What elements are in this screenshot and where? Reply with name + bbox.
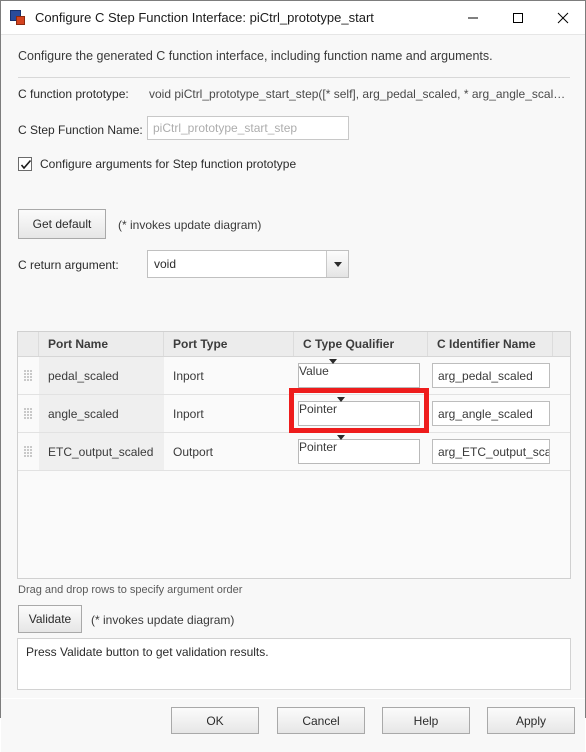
check-icon — [20, 159, 32, 170]
table-header-handle — [18, 332, 39, 356]
simulink-app-icon — [10, 9, 26, 26]
cell-port-type: Outport — [173, 444, 214, 459]
type-qualifier-value: Pointer — [299, 402, 338, 416]
cell-type-qualifier[interactable]: Value — [294, 357, 428, 394]
cell-spacer — [553, 433, 570, 470]
cell-port-type: Inport — [173, 406, 204, 421]
return-argument-label: C return argument: — [18, 258, 119, 272]
drag-drop-note: Drag and drop rows to specify argument o… — [18, 584, 243, 596]
table-header-spacer — [553, 332, 570, 356]
table-header-row: Port Name Port Type C Type Qualifier C I… — [18, 332, 570, 357]
apply-button[interactable]: Apply — [487, 707, 575, 734]
cell-c-identifier[interactable]: arg_angle_scaled — [428, 395, 553, 432]
intro-text: Configure the generated C function inter… — [18, 49, 493, 63]
cell-type-qualifier: Pointer — [294, 433, 428, 470]
cancel-button[interactable]: Cancel — [277, 707, 365, 734]
prototype-value: void piCtrl_prototype_start_step([* self… — [149, 87, 566, 101]
drag-handle-icon[interactable] — [18, 395, 39, 432]
c-identifier-input[interactable]: arg_pedal_scaled — [432, 363, 550, 388]
dialog-window: Configure C Step Function Interface: piC… — [0, 0, 586, 752]
window-controls — [450, 1, 585, 34]
c-identifier-input[interactable]: arg_ETC_output_sca — [432, 439, 550, 464]
cell-port-name: ETC_output_scaled — [39, 433, 164, 470]
step-name-input[interactable]: piCtrl_prototype_start_step — [147, 116, 349, 140]
maximize-icon[interactable] — [495, 1, 540, 34]
cell-port-name: angle_scaled — [39, 395, 164, 432]
prototype-label: C function prototype: — [18, 87, 129, 101]
type-qualifier-dropdown[interactable]: Pointer — [298, 397, 420, 426]
window-title: Configure C Step Function Interface: piC… — [35, 10, 374, 25]
checkbox-label: Configure arguments for Step function pr… — [40, 157, 297, 171]
return-argument-value: void — [154, 257, 177, 271]
return-argument-dropdown[interactable]: void — [147, 250, 349, 278]
get-default-note: (* invokes update diagram) — [118, 218, 262, 232]
table-row[interactable]: pedal_scaled Inport Value arg_pedal_scal… — [18, 357, 570, 395]
chevron-down-icon[interactable] — [328, 359, 337, 387]
table-header-c-type-qualifier[interactable]: C Type Qualifier — [294, 332, 428, 356]
cell-port-name: pedal_scaled — [39, 357, 164, 394]
dialog-footer: OK Cancel Help Apply — [1, 698, 585, 752]
chevron-down-icon[interactable] — [326, 251, 348, 277]
c-identifier-input[interactable]: arg_angle_scaled — [432, 401, 550, 426]
title-bar: Configure C Step Function Interface: piC… — [1, 1, 585, 35]
dialog-content: Configure the generated C function inter… — [1, 35, 585, 752]
arguments-table: Port Name Port Type C Type Qualifier C I… — [17, 331, 571, 579]
type-qualifier-value: Value — [299, 364, 329, 378]
validation-results-box: Press Validate button to get validation … — [17, 638, 571, 690]
get-default-button[interactable]: Get default — [18, 209, 106, 239]
validate-button[interactable]: Validate — [18, 605, 82, 633]
ok-button[interactable]: OK — [171, 707, 259, 734]
cell-type-qualifier[interactable]: Pointer — [294, 395, 428, 432]
cell-c-identifier[interactable]: arg_pedal_scaled — [428, 357, 553, 394]
type-qualifier-dropdown-disabled: Pointer — [298, 435, 420, 464]
type-qualifier-dropdown[interactable]: Value — [298, 359, 420, 388]
cell-port-type: Inport — [173, 368, 204, 383]
step-name-label: C Step Function Name: — [18, 123, 143, 137]
drag-handle-icon[interactable] — [18, 433, 39, 470]
cell-spacer — [553, 395, 570, 432]
divider — [18, 77, 570, 78]
type-qualifier-value: Pointer — [299, 440, 338, 454]
help-button[interactable]: Help — [382, 707, 470, 734]
cell-spacer — [553, 357, 570, 394]
checkbox-box[interactable] — [18, 157, 32, 171]
cell-c-identifier[interactable]: arg_ETC_output_sca — [428, 433, 553, 470]
table-row[interactable]: angle_scaled Inport Pointer arg_angle_sc… — [18, 395, 570, 433]
close-icon[interactable] — [540, 1, 585, 34]
table-header-port-type[interactable]: Port Type — [164, 332, 294, 356]
table-row[interactable]: ETC_output_scaled Outport Pointer arg_ET… — [18, 433, 570, 471]
validate-note: (* invokes update diagram) — [91, 613, 235, 627]
minimize-icon[interactable] — [450, 1, 495, 34]
configure-arguments-checkbox[interactable]: Configure arguments for Step function pr… — [18, 157, 296, 171]
chevron-down-icon — [337, 435, 346, 463]
table-header-c-identifier-name[interactable]: C Identifier Name — [428, 332, 553, 356]
chevron-down-icon[interactable] — [337, 397, 346, 425]
drag-handle-icon[interactable] — [18, 357, 39, 394]
table-header-port-name[interactable]: Port Name — [39, 332, 164, 356]
